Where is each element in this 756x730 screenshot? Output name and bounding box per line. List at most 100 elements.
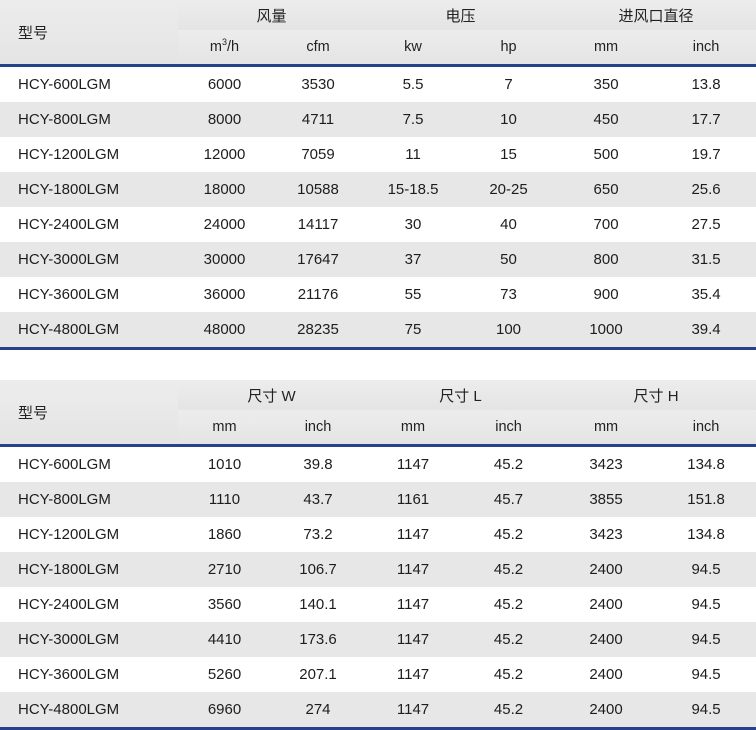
table-row: HCY-1200LGM 1860 73.2 1147 45.2 3423 134.8 [0, 517, 756, 552]
cell-value: 43.7 [271, 482, 366, 517]
cell-value: 2710 [178, 552, 271, 587]
cell-value: 151.8 [656, 482, 756, 517]
cell-value: 173.6 [271, 622, 366, 657]
cell-value: 12000 [178, 137, 271, 172]
cell-model: HCY-1200LGM [0, 137, 178, 172]
cell-value: 28235 [271, 312, 366, 347]
performance-table-body: HCY-600LGM 6000 3530 5.5 7 350 13.8 HCY-800LGM 8… [0, 67, 756, 347]
column-group-inlet-diameter: 进风口直径 [556, 0, 756, 30]
cell-value: 45.2 [461, 587, 557, 622]
cell-value: 106.7 [271, 552, 366, 587]
cell-value: 7.5 [365, 102, 462, 137]
cell-value: 1147 [365, 552, 462, 587]
cell-value: 10588 [271, 172, 366, 207]
column-header-inlet-mm: mm [556, 30, 657, 64]
table-row: HCY-600LGM 6000 3530 5.5 7 350 13.8 [0, 67, 756, 102]
cell-model: HCY-1800LGM [0, 172, 178, 207]
cell-value: 500 [556, 137, 657, 172]
cell-value: 2400 [556, 622, 657, 657]
table-row: HCY-600LGM 1010 39.8 1147 45.2 3423 134.8 [0, 447, 756, 482]
cell-value: 15 [461, 137, 557, 172]
cell-value: 45.2 [461, 622, 557, 657]
dimensions-table: 型号 尺寸 W 尺寸 L 尺寸 H mm inch mm inch mm inc… [0, 380, 756, 730]
cell-value: 1010 [178, 447, 271, 482]
cell-value: 8000 [178, 102, 271, 137]
cell-model: HCY-4800LGM [0, 312, 178, 347]
header-accent-rule [0, 444, 756, 447]
cell-value: 140.1 [271, 587, 366, 622]
cell-value: 1000 [556, 312, 657, 347]
cell-value: 73 [461, 277, 557, 312]
cell-model: HCY-600LGM [0, 67, 178, 102]
cell-value: 20-25 [461, 172, 557, 207]
cell-value: 27.5 [656, 207, 756, 242]
cell-model: HCY-1800LGM [0, 552, 178, 587]
cell-value: 5.5 [365, 67, 462, 102]
cell-value: 13.8 [656, 67, 756, 102]
cell-value: 45.2 [461, 517, 557, 552]
cell-model: HCY-3000LGM [0, 622, 178, 657]
performance-table: 型号 风量 电压 进风口直径 m3/h cfm kw hp mm inch HC… [0, 0, 756, 350]
cell-value: 3560 [178, 587, 271, 622]
cell-value: 2400 [556, 587, 657, 622]
column-group-airflow: 风量 [178, 0, 366, 30]
cell-value: 94.5 [656, 657, 756, 692]
cell-value: 1147 [365, 517, 462, 552]
cell-value: 30000 [178, 242, 271, 277]
table-row: HCY-4800LGM 48000 28235 75 100 1000 39.4 [0, 312, 756, 347]
cell-value: 31.5 [656, 242, 756, 277]
cell-model: HCY-3600LGM [0, 657, 178, 692]
column-group-dimension-l: 尺寸 L [365, 380, 557, 410]
cell-model: HCY-2400LGM [0, 207, 178, 242]
cell-value: 48000 [178, 312, 271, 347]
cell-value: 1161 [365, 482, 462, 517]
cell-value: 134.8 [656, 447, 756, 482]
cell-value: 11 [365, 137, 462, 172]
cell-model: HCY-600LGM [0, 447, 178, 482]
column-header-w-mm: mm [178, 410, 271, 444]
cell-value: 36000 [178, 277, 271, 312]
cell-value: 134.8 [656, 517, 756, 552]
table-row: HCY-800LGM 1110 43.7 1161 45.7 3855 151.8 [0, 482, 756, 517]
cell-value: 7059 [271, 137, 366, 172]
table-row: HCY-3000LGM 4410 173.6 1147 45.2 2400 94.5 [0, 622, 756, 657]
cell-value: 900 [556, 277, 657, 312]
cell-model: HCY-3000LGM [0, 242, 178, 277]
cell-model: HCY-3600LGM [0, 277, 178, 312]
cell-value: 4711 [271, 102, 366, 137]
cell-value: 100 [461, 312, 557, 347]
cell-value: 24000 [178, 207, 271, 242]
cell-value: 94.5 [656, 587, 756, 622]
cell-value: 37 [365, 242, 462, 277]
column-header-h-mm: mm [556, 410, 657, 444]
table-row: HCY-2400LGM 3560 140.1 1147 45.2 2400 94.5 [0, 587, 756, 622]
cell-value: 350 [556, 67, 657, 102]
column-header-model: 型号 [0, 380, 178, 444]
dimensions-table-body: HCY-600LGM 1010 39.8 1147 45.2 3423 134.8 HCY-8… [0, 447, 756, 727]
cell-value: 17647 [271, 242, 366, 277]
cell-value: 40 [461, 207, 557, 242]
cell-value: 39.8 [271, 447, 366, 482]
column-header-l-mm: mm [365, 410, 462, 444]
table-row: HCY-3600LGM 36000 21176 55 73 900 35.4 [0, 277, 756, 312]
cell-value: 21176 [271, 277, 366, 312]
cell-value: 50 [461, 242, 557, 277]
cell-value: 45.2 [461, 447, 557, 482]
performance-table-head: 型号 风量 电压 进风口直径 m3/h cfm kw hp mm inch [0, 0, 756, 67]
dimensions-table-head: 型号 尺寸 W 尺寸 L 尺寸 H mm inch mm inch mm inc… [0, 380, 756, 447]
column-group-dimension-h: 尺寸 H [556, 380, 756, 410]
cell-value: 45.2 [461, 657, 557, 692]
cell-model: HCY-800LGM [0, 102, 178, 137]
cell-value: 94.5 [656, 552, 756, 587]
spec-sheet: 型号 风量 电压 进风口直径 m3/h cfm kw hp mm inch HC… [0, 0, 756, 730]
cell-value: 25.6 [656, 172, 756, 207]
cell-value: 1147 [365, 657, 462, 692]
header-group-row: 型号 风量 电压 进风口直径 [0, 0, 756, 64]
cell-value: 207.1 [271, 657, 366, 692]
column-header-h-inch: inch [656, 410, 756, 444]
table-row: HCY-1800LGM 2710 106.7 1147 45.2 2400 94.5 [0, 552, 756, 587]
cell-value: 3423 [556, 517, 657, 552]
table-row: HCY-2400LGM 24000 14117 30 40 700 27.5 [0, 207, 756, 242]
column-header-power-hp: hp [461, 30, 557, 64]
cell-value: 55 [365, 277, 462, 312]
